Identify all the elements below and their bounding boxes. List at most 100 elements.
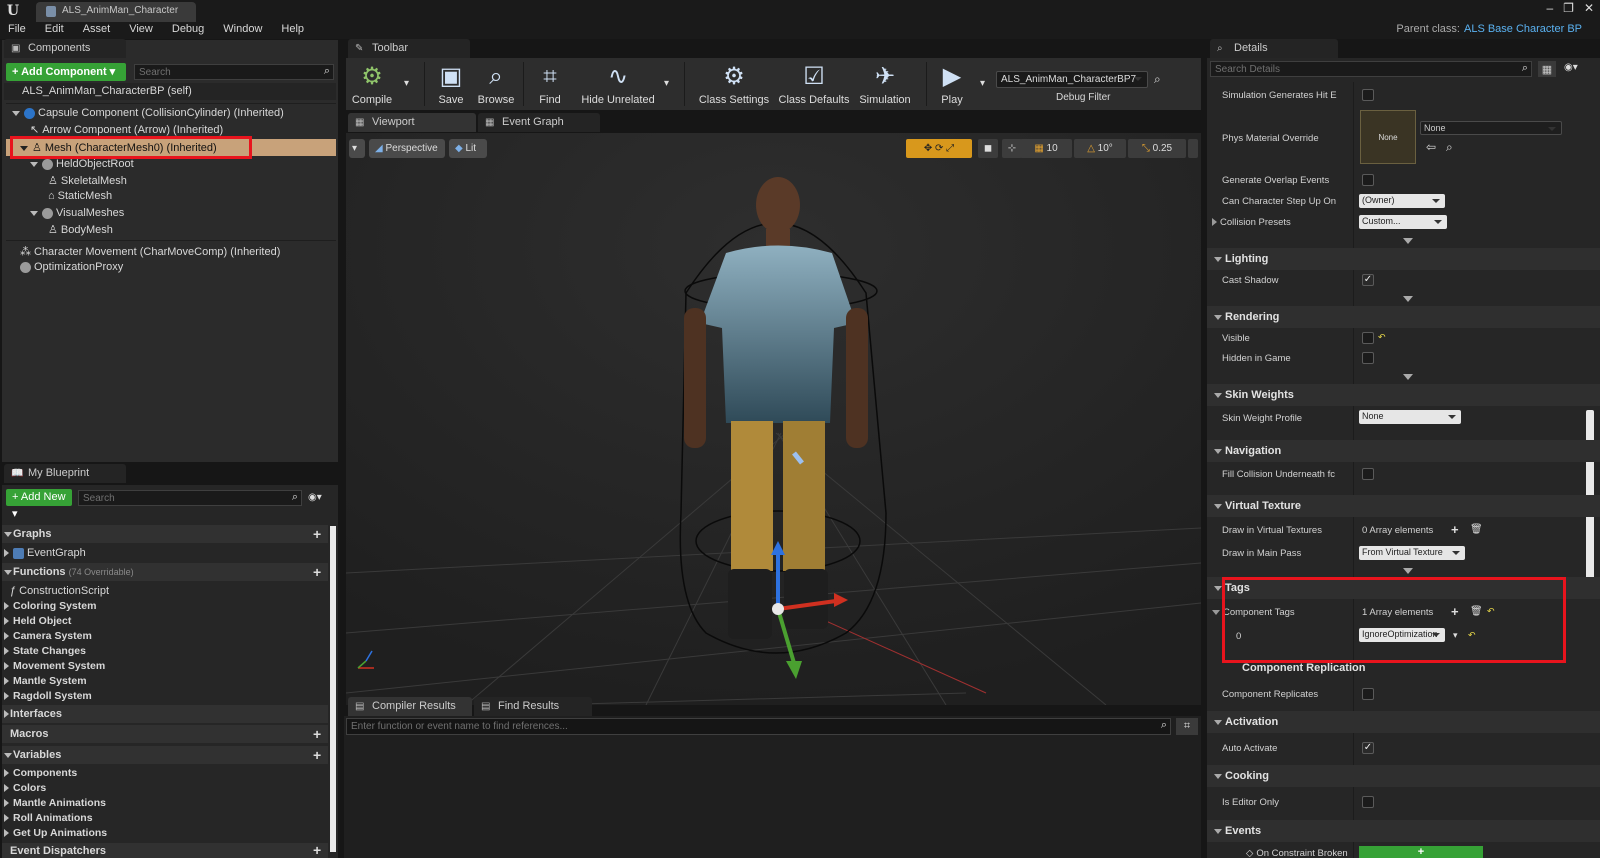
transform-mode-buttons[interactable]: ✥ ⟳ ⤢	[906, 139, 972, 158]
menu-debug[interactable]: Debug	[172, 22, 204, 39]
tree-item-staticmesh[interactable]: ⌂ StaticMesh	[48, 190, 112, 202]
advanced-expander-icon[interactable]	[1403, 238, 1413, 244]
tree-item-bodymesh[interactable]: ♙ BodyMesh	[48, 223, 113, 236]
class-defaults-button[interactable]: ☑ Class Defaults	[774, 62, 854, 106]
property-matrix-icon[interactable]: ▦	[1538, 61, 1556, 77]
category-cooking[interactable]: Cooking	[1207, 765, 1600, 787]
compile-button[interactable]: ⚙ Compile	[351, 62, 393, 106]
details-search-input[interactable]: Search Details ⌕	[1210, 61, 1532, 77]
add-macro-icon[interactable]: +	[313, 726, 321, 742]
function-group-ragdoll[interactable]: Ragdoll System	[4, 690, 92, 702]
rotation-snap-button[interactable]: △ 10°	[1074, 139, 1126, 158]
prop-visible-checkbox[interactable]	[1362, 332, 1374, 344]
add-dispatcher-icon[interactable]: +	[313, 842, 321, 858]
tab-viewport[interactable]: ▦ Viewport	[348, 113, 476, 132]
collision-presets-select[interactable]: Custom...	[1359, 215, 1447, 229]
category-events[interactable]: Events	[1207, 820, 1600, 842]
debug-search-icon[interactable]: ⌕	[1154, 72, 1161, 87]
view-options-icon[interactable]: ◉▾	[308, 492, 322, 503]
play-button[interactable]: ▶ Play	[934, 62, 970, 106]
prop-editor-only-checkbox[interactable]	[1362, 796, 1374, 808]
surface-snap-icon[interactable]: ◼	[978, 139, 998, 158]
prop-overlap-checkbox[interactable]	[1362, 174, 1374, 186]
find-references-input[interactable]: Enter function or event name to find ref…	[346, 718, 1171, 735]
variable-group-colors[interactable]: Colors	[4, 782, 46, 794]
prop-presets-label[interactable]: Collision Presets	[1212, 217, 1291, 228]
prop-cast-shadow-checkbox[interactable]: ✓	[1362, 274, 1374, 286]
play-options-icon[interactable]: ▾	[980, 78, 985, 89]
prop-fill-collision-checkbox[interactable]	[1362, 468, 1374, 480]
skin-profile-select[interactable]: None	[1359, 410, 1461, 424]
perspective-button[interactable]: ◢ Perspective	[369, 139, 445, 158]
category-navigation[interactable]: Navigation	[1207, 440, 1600, 462]
advanced-expander-icon[interactable]	[1403, 568, 1413, 574]
phys-material-thumbnail[interactable]: None	[1360, 110, 1416, 164]
tab-details[interactable]: ⌕ Details	[1210, 39, 1338, 58]
find-button[interactable]: ⌗ Find	[532, 62, 568, 106]
add-element-icon[interactable]: +	[1451, 522, 1459, 537]
compile-options-icon[interactable]: ▾	[404, 78, 409, 89]
minimize-icon[interactable]: –	[1546, 1, 1553, 15]
browse-asset-icon[interactable]: ⌕	[1446, 140, 1453, 155]
document-tab[interactable]: ALS_AnimMan_Character	[36, 2, 196, 22]
add-graph-icon[interactable]: +	[313, 526, 321, 542]
tree-item-visualmeshes[interactable]: VisualMeshes	[30, 207, 124, 219]
tab-my-blueprint[interactable]: 📖 My Blueprint	[4, 464, 126, 483]
tree-item-charmove[interactable]: ⁂ Character Movement (CharMoveComp) (Inhe…	[20, 245, 280, 258]
column-splitter[interactable]	[1353, 82, 1354, 858]
function-group-mantle[interactable]: Mantle System	[4, 675, 87, 687]
prop-sim-hit-checkbox[interactable]	[1362, 89, 1374, 101]
viewport-options-button[interactable]: ▾	[349, 139, 365, 158]
prop-hidden-game-checkbox[interactable]	[1362, 352, 1374, 364]
variable-group-components[interactable]: Components	[4, 767, 77, 779]
parent-class-link[interactable]: ALS Base Character BP	[1464, 23, 1582, 35]
variable-group-mantle-anims[interactable]: Mantle Animations	[4, 797, 106, 809]
reset-default-icon[interactable]: ↶	[1378, 332, 1386, 343]
advanced-expander-icon[interactable]	[1403, 374, 1413, 380]
draw-main-select[interactable]: From Virtual Texture	[1359, 546, 1465, 560]
grid-snap-button[interactable]: ▦ 10	[1020, 139, 1072, 158]
use-selected-icon[interactable]: ⇦	[1426, 140, 1436, 154]
graph-item-eventgraph[interactable]: EventGraph	[4, 547, 86, 559]
tree-item-arrow[interactable]: ↖ Arrow Component (Arrow) (Inherited)	[30, 123, 223, 136]
save-button[interactable]: ▣ Save	[433, 62, 469, 106]
tree-item-capsule[interactable]: Capsule Component (CollisionCylinder) (I…	[12, 107, 284, 119]
function-group-coloring[interactable]: Coloring System	[4, 600, 96, 612]
find-global-icon[interactable]: ⌗	[1176, 718, 1198, 735]
function-group-held-object[interactable]: Held Object	[4, 615, 71, 627]
scrollbar[interactable]	[330, 526, 336, 852]
add-component-button[interactable]: + Add Component ▾	[6, 63, 126, 81]
delete-elements-icon[interactable]: 🗑	[1470, 524, 1483, 535]
world-local-icon[interactable]: ⊹	[1002, 139, 1022, 158]
debug-object-select[interactable]: ALS_AnimMan_CharacterBP7	[996, 71, 1148, 88]
details-view-options-icon[interactable]: ◉▾	[1564, 62, 1578, 73]
tree-item-heldobjectroot[interactable]: HeldObjectRoot	[30, 158, 134, 170]
category-lighting[interactable]: Lighting	[1207, 248, 1600, 270]
menu-asset[interactable]: Asset	[83, 22, 111, 39]
blueprint-search-input[interactable]: Search ⌕	[78, 490, 302, 506]
category-skin-weights[interactable]: Skin Weights	[1207, 384, 1600, 406]
function-group-state[interactable]: State Changes	[4, 645, 86, 657]
category-virtual-texture[interactable]: Virtual Texture	[1207, 495, 1600, 517]
tab-event-graph[interactable]: ▦ Event Graph	[478, 113, 600, 132]
components-search-input[interactable]: Search ⌕	[134, 64, 334, 80]
camera-speed-button[interactable]	[1188, 139, 1198, 158]
menu-file[interactable]: File	[8, 22, 26, 39]
add-new-button[interactable]: + Add New ▾	[6, 489, 72, 520]
menu-view[interactable]: View	[129, 22, 153, 39]
prop-auto-activate-checkbox[interactable]: ✓	[1362, 742, 1374, 754]
step-up-select[interactable]: (Owner)	[1359, 194, 1445, 208]
tree-item-optimizationproxy[interactable]: OptimizationProxy	[20, 261, 123, 273]
menu-help[interactable]: Help	[281, 22, 304, 39]
lit-button[interactable]: ◆ Lit	[449, 139, 487, 158]
function-group-camera[interactable]: Camera System	[4, 630, 92, 642]
advanced-expander-icon[interactable]	[1403, 296, 1413, 302]
variable-group-roll-anims[interactable]: Roll Animations	[4, 812, 93, 824]
function-group-movement[interactable]: Movement System	[4, 660, 105, 672]
maximize-icon[interactable]: ❐	[1563, 1, 1574, 15]
function-item-construction[interactable]: ƒ ConstructionScript	[10, 585, 109, 597]
category-replication[interactable]: Component Replication	[1242, 662, 1365, 674]
scale-snap-button[interactable]: ⤡ 0.25	[1128, 139, 1186, 158]
prop-replicates-checkbox[interactable]	[1362, 688, 1374, 700]
add-event-button[interactable]: +	[1359, 846, 1483, 858]
